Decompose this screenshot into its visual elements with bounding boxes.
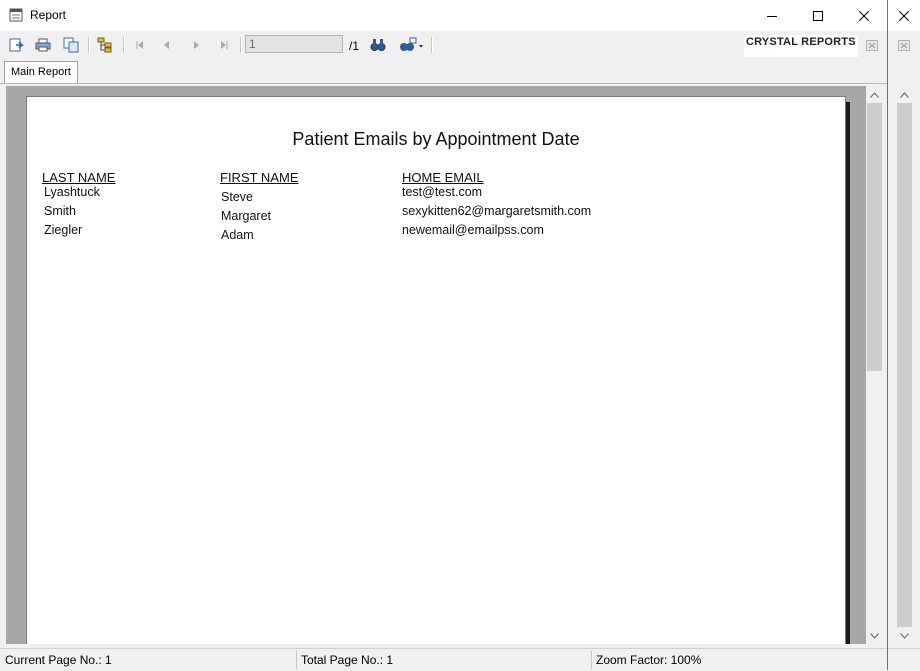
print-icon — [35, 38, 51, 52]
secondary-status-bar — [888, 648, 920, 671]
zoom-dropdown-button[interactable] — [396, 35, 426, 55]
toolbar-separator — [240, 37, 242, 53]
close-view-button[interactable] — [866, 40, 878, 51]
scroll-down-button[interactable] — [896, 627, 913, 644]
secondary-vertical-scrollbar[interactable] — [896, 86, 913, 644]
minimize-icon — [767, 15, 777, 17]
report-tabs: Main Report — [0, 59, 887, 84]
copy-button[interactable] — [61, 35, 81, 55]
first-page-icon — [136, 41, 143, 49]
status-bar: Current Page No.: 1 Total Page No.: 1 Zo… — [0, 648, 887, 671]
group-tree-icon — [97, 37, 112, 53]
column-header-first-name: FIRST NAME — [220, 170, 299, 185]
chevron-up-icon — [900, 91, 909, 98]
report-title: Patient Emails by Appointment Date — [292, 129, 580, 149]
next-page-button[interactable] — [186, 35, 206, 55]
scroll-down-button[interactable] — [866, 627, 883, 644]
export-button[interactable] — [6, 35, 26, 55]
report-window: Report 1 /1 CRYSTAL REPORTS · · · · · Ma… — [0, 0, 888, 671]
minimize-button[interactable] — [749, 0, 795, 31]
chevron-down-icon — [870, 632, 879, 639]
column-header-home-email: HOME EMAIL — [402, 170, 484, 185]
scroll-up-button[interactable] — [896, 86, 913, 103]
row-2-last-name: Smith — [44, 204, 76, 218]
toolbar-separator — [88, 37, 90, 53]
title-bar: Report — [0, 0, 887, 31]
page-total-label: /1 — [349, 39, 360, 53]
last-page-icon — [221, 41, 228, 49]
status-divider — [296, 651, 297, 669]
print-button[interactable] — [33, 35, 53, 55]
maximize-button[interactable] — [795, 0, 841, 31]
zoom-icon — [400, 37, 423, 51]
row-3-last-name: Ziegler — [44, 223, 83, 237]
toolbar-separator — [123, 37, 125, 53]
report-app-icon — [9, 8, 23, 22]
close-button[interactable] — [841, 0, 887, 31]
total-page-status: Total Page No.: 1 — [301, 653, 394, 667]
report-page: Patient Emails by Appointment Date LAST … — [26, 96, 846, 644]
crystal-reports-logo: CRYSTAL REPORTS · · · · · — [744, 35, 858, 57]
row-1-last-name: Lyashtuck — [44, 185, 100, 199]
toolbar-separator — [431, 37, 433, 53]
status-divider — [591, 651, 592, 669]
close-view-icon — [866, 40, 878, 51]
copy-icon — [63, 37, 79, 53]
chevron-up-icon — [870, 91, 879, 98]
page-number-input[interactable]: 1 — [245, 35, 343, 53]
column-header-last-name: LAST NAME — [42, 170, 116, 185]
row-3-home-email: newemail@emailpss.com — [402, 223, 544, 237]
next-page-icon — [194, 41, 199, 49]
scrollbar-thumb[interactable] — [867, 103, 882, 371]
vertical-scrollbar[interactable] — [866, 86, 883, 644]
zoom-factor-status: Zoom Factor: 100% — [596, 653, 702, 667]
secondary-window-strip — [888, 0, 920, 670]
viewer-toolbar: 1 /1 CRYSTAL REPORTS · · · · · — [0, 31, 887, 59]
first-page-button[interactable] — [130, 35, 150, 55]
maximize-icon — [813, 10, 823, 21]
secondary-close-view-button[interactable] — [898, 40, 910, 51]
previous-page-button[interactable] — [157, 35, 177, 55]
close-icon — [899, 10, 909, 21]
previous-page-icon — [164, 41, 169, 49]
group-tree-button[interactable] — [95, 35, 115, 55]
close-view-icon — [898, 40, 910, 51]
find-button[interactable] — [368, 35, 388, 55]
row-3-first-name: Adam — [221, 228, 254, 242]
current-page-status: Current Page No.: 1 — [5, 653, 112, 667]
row-2-first-name: Margaret — [221, 209, 272, 223]
tab-main-report[interactable]: Main Report — [4, 61, 78, 83]
row-1-first-name: Steve — [221, 190, 253, 204]
scroll-up-button[interactable] — [866, 86, 883, 103]
row-2-home-email: sexykitten62@margaretsmith.com — [402, 204, 592, 218]
export-icon — [9, 38, 24, 52]
last-page-button[interactable] — [214, 35, 234, 55]
row-1-home-email: test@test.com — [402, 185, 483, 199]
report-preview-area: Patient Emails by Appointment Date LAST … — [6, 86, 866, 644]
scrollbar-thumb[interactable] — [897, 103, 912, 627]
chevron-down-icon — [900, 632, 909, 639]
window-title: Report — [30, 8, 67, 22]
secondary-close-button[interactable] — [888, 0, 920, 31]
binoculars-icon — [370, 39, 386, 51]
close-icon — [859, 10, 869, 21]
